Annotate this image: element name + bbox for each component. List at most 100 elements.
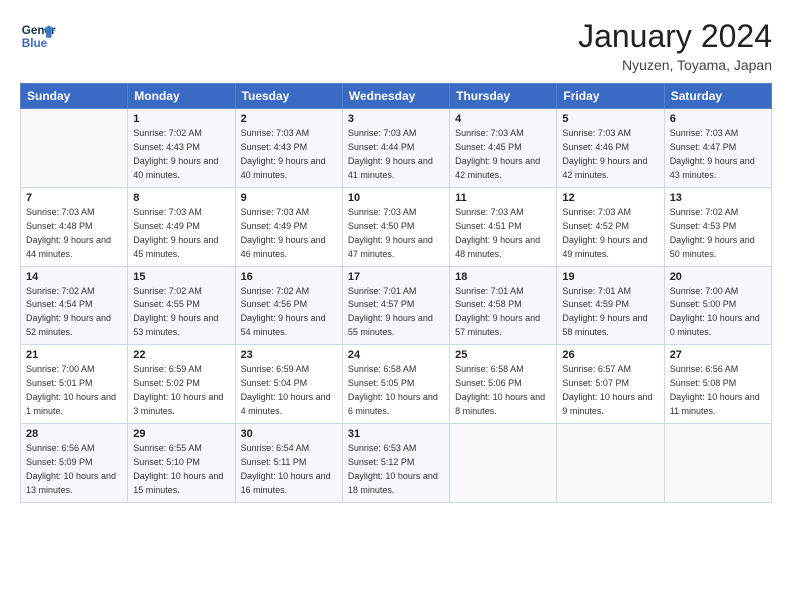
day-cell <box>557 424 664 503</box>
day-info: Sunrise: 7:03 AM Sunset: 4:48 PM Dayligh… <box>26 206 122 262</box>
main-title: January 2024 <box>578 18 772 55</box>
day-info: Sunrise: 7:00 AM Sunset: 5:00 PM Dayligh… <box>670 285 766 341</box>
day-info: Sunrise: 6:58 AM Sunset: 5:05 PM Dayligh… <box>348 363 444 419</box>
day-cell: 22Sunrise: 6:59 AM Sunset: 5:02 PM Dayli… <box>128 345 235 424</box>
day-info: Sunrise: 7:01 AM Sunset: 4:57 PM Dayligh… <box>348 285 444 341</box>
day-number: 31 <box>348 428 444 440</box>
day-cell: 21 Sunrise: 7:00 AM Sunset: 5:01 PM Dayli… <box>21 345 128 424</box>
week-row-1: 1Sunrise: 7:02 AM Sunset: 4:43 PM Daylig… <box>21 109 772 188</box>
header-friday: Friday <box>557 84 664 109</box>
day-info: Sunrise: 7:03 AM Sunset: 4:50 PM Dayligh… <box>348 206 444 262</box>
day-number: 22 <box>133 349 229 361</box>
day-cell: 8 Sunrise: 7:03 AM Sunset: 4:49 PM Daylig… <box>128 187 235 266</box>
day-cell: 26 Sunrise: 6:57 AM Sunset: 5:07 PM Dayli… <box>557 345 664 424</box>
day-cell: 4Sunrise: 7:03 AM Sunset: 4:45 PM Daylig… <box>450 109 557 188</box>
day-cell: 24 Sunrise: 6:58 AM Sunset: 5:05 PM Dayli… <box>342 345 449 424</box>
week-row-2: 7 Sunrise: 7:03 AM Sunset: 4:48 PM Daylig… <box>21 187 772 266</box>
day-info: Sunrise: 6:58 AM Sunset: 5:06 PM Dayligh… <box>455 363 551 419</box>
day-number: 15 <box>133 271 229 283</box>
day-cell: 9 Sunrise: 7:03 AM Sunset: 4:49 PM Daylig… <box>235 187 342 266</box>
day-info: Sunrise: 6:56 AM Sunset: 5:08 PM Dayligh… <box>670 363 766 419</box>
day-number: 2 <box>241 113 337 125</box>
day-info: Sunrise: 6:55 AM Sunset: 5:10 PM Dayligh… <box>133 442 229 498</box>
day-info: Sunrise: 7:00 AM Sunset: 5:01 PM Dayligh… <box>26 363 122 419</box>
day-cell: 3 Sunrise: 7:03 AM Sunset: 4:44 PM Daylig… <box>342 109 449 188</box>
day-number: 18 <box>455 271 551 283</box>
day-info: Sunrise: 7:03 AM Sunset: 4:49 PM Dayligh… <box>133 206 229 262</box>
day-number: 11 <box>455 192 551 204</box>
day-cell: 25 Sunrise: 6:58 AM Sunset: 5:06 PM Dayli… <box>450 345 557 424</box>
day-number: 30 <box>241 428 337 440</box>
day-cell: 31Sunrise: 6:53 AM Sunset: 5:12 PM Dayli… <box>342 424 449 503</box>
day-info: Sunrise: 7:02 AM Sunset: 4:56 PM Dayligh… <box>241 285 337 341</box>
day-info: Sunrise: 7:03 AM Sunset: 4:44 PM Dayligh… <box>348 127 444 183</box>
day-cell: 7 Sunrise: 7:03 AM Sunset: 4:48 PM Daylig… <box>21 187 128 266</box>
day-cell: 12Sunrise: 7:03 AM Sunset: 4:52 PM Dayli… <box>557 187 664 266</box>
day-info: Sunrise: 7:03 AM Sunset: 4:45 PM Dayligh… <box>455 127 551 183</box>
day-info: Sunrise: 7:01 AM Sunset: 4:58 PM Dayligh… <box>455 285 551 341</box>
day-info: Sunrise: 7:02 AM Sunset: 4:53 PM Dayligh… <box>670 206 766 262</box>
calendar: Sunday Monday Tuesday Wednesday Thursday… <box>20 83 772 503</box>
day-number: 3 <box>348 113 444 125</box>
day-number: 10 <box>348 192 444 204</box>
day-number: 14 <box>26 271 122 283</box>
day-cell: 27 Sunrise: 6:56 AM Sunset: 5:08 PM Dayli… <box>664 345 771 424</box>
subtitle: Nyuzen, Toyama, Japan <box>578 57 772 73</box>
day-info: Sunrise: 7:03 AM Sunset: 4:46 PM Dayligh… <box>562 127 658 183</box>
day-number: 27 <box>670 349 766 361</box>
header-monday: Monday <box>128 84 235 109</box>
day-number: 24 <box>348 349 444 361</box>
day-cell: 6 Sunrise: 7:03 AM Sunset: 4:47 PM Daylig… <box>664 109 771 188</box>
day-number: 7 <box>26 192 122 204</box>
header-saturday: Saturday <box>664 84 771 109</box>
page: General Blue January 2024 Nyuzen, Toyama… <box>0 0 792 612</box>
day-info: Sunrise: 7:03 AM Sunset: 4:43 PM Dayligh… <box>241 127 337 183</box>
header-tuesday: Tuesday <box>235 84 342 109</box>
day-cell: 29Sunrise: 6:55 AM Sunset: 5:10 PM Dayli… <box>128 424 235 503</box>
day-cell: 17 Sunrise: 7:01 AM Sunset: 4:57 PM Dayli… <box>342 266 449 345</box>
day-number: 25 <box>455 349 551 361</box>
day-info: Sunrise: 7:03 AM Sunset: 4:52 PM Dayligh… <box>562 206 658 262</box>
day-number: 13 <box>670 192 766 204</box>
day-number: 17 <box>348 271 444 283</box>
weekday-header-row: Sunday Monday Tuesday Wednesday Thursday… <box>21 84 772 109</box>
svg-text:Blue: Blue <box>22 37 48 50</box>
header-sunday: Sunday <box>21 84 128 109</box>
logo: General Blue <box>20 18 56 54</box>
day-number: 28 <box>26 428 122 440</box>
day-cell: 20Sunrise: 7:00 AM Sunset: 5:00 PM Dayli… <box>664 266 771 345</box>
day-number: 23 <box>241 349 337 361</box>
day-number: 8 <box>133 192 229 204</box>
logo-icon: General Blue <box>20 18 56 54</box>
day-cell: 23Sunrise: 6:59 AM Sunset: 5:04 PM Dayli… <box>235 345 342 424</box>
day-number: 26 <box>562 349 658 361</box>
day-cell: 30 Sunrise: 6:54 AM Sunset: 5:11 PM Dayli… <box>235 424 342 503</box>
title-block: January 2024 Nyuzen, Toyama, Japan <box>578 18 772 73</box>
header-wednesday: Wednesday <box>342 84 449 109</box>
header: General Blue January 2024 Nyuzen, Toyama… <box>20 18 772 73</box>
day-info: Sunrise: 6:56 AM Sunset: 5:09 PM Dayligh… <box>26 442 122 498</box>
header-thursday: Thursday <box>450 84 557 109</box>
day-info: Sunrise: 6:54 AM Sunset: 5:11 PM Dayligh… <box>241 442 337 498</box>
day-cell: 28 Sunrise: 6:56 AM Sunset: 5:09 PM Dayli… <box>21 424 128 503</box>
day-info: Sunrise: 7:03 AM Sunset: 4:49 PM Dayligh… <box>241 206 337 262</box>
day-number: 9 <box>241 192 337 204</box>
day-number: 6 <box>670 113 766 125</box>
day-cell: 18 Sunrise: 7:01 AM Sunset: 4:58 PM Dayli… <box>450 266 557 345</box>
day-cell: 2 Sunrise: 7:03 AM Sunset: 4:43 PM Daylig… <box>235 109 342 188</box>
week-row-5: 28 Sunrise: 6:56 AM Sunset: 5:09 PM Dayli… <box>21 424 772 503</box>
day-cell: 10 Sunrise: 7:03 AM Sunset: 4:50 PM Dayli… <box>342 187 449 266</box>
day-cell <box>664 424 771 503</box>
day-cell: 13 Sunrise: 7:02 AM Sunset: 4:53 PM Dayli… <box>664 187 771 266</box>
day-number: 16 <box>241 271 337 283</box>
week-row-3: 14 Sunrise: 7:02 AM Sunset: 4:54 PM Dayli… <box>21 266 772 345</box>
day-number: 21 <box>26 349 122 361</box>
day-cell: 16 Sunrise: 7:02 AM Sunset: 4:56 PM Dayli… <box>235 266 342 345</box>
day-number: 19 <box>562 271 658 283</box>
day-info: Sunrise: 7:03 AM Sunset: 4:47 PM Dayligh… <box>670 127 766 183</box>
day-info: Sunrise: 7:02 AM Sunset: 4:54 PM Dayligh… <box>26 285 122 341</box>
day-cell: 14 Sunrise: 7:02 AM Sunset: 4:54 PM Dayli… <box>21 266 128 345</box>
day-cell: 19Sunrise: 7:01 AM Sunset: 4:59 PM Dayli… <box>557 266 664 345</box>
day-cell: 15Sunrise: 7:02 AM Sunset: 4:55 PM Dayli… <box>128 266 235 345</box>
day-info: Sunrise: 6:57 AM Sunset: 5:07 PM Dayligh… <box>562 363 658 419</box>
